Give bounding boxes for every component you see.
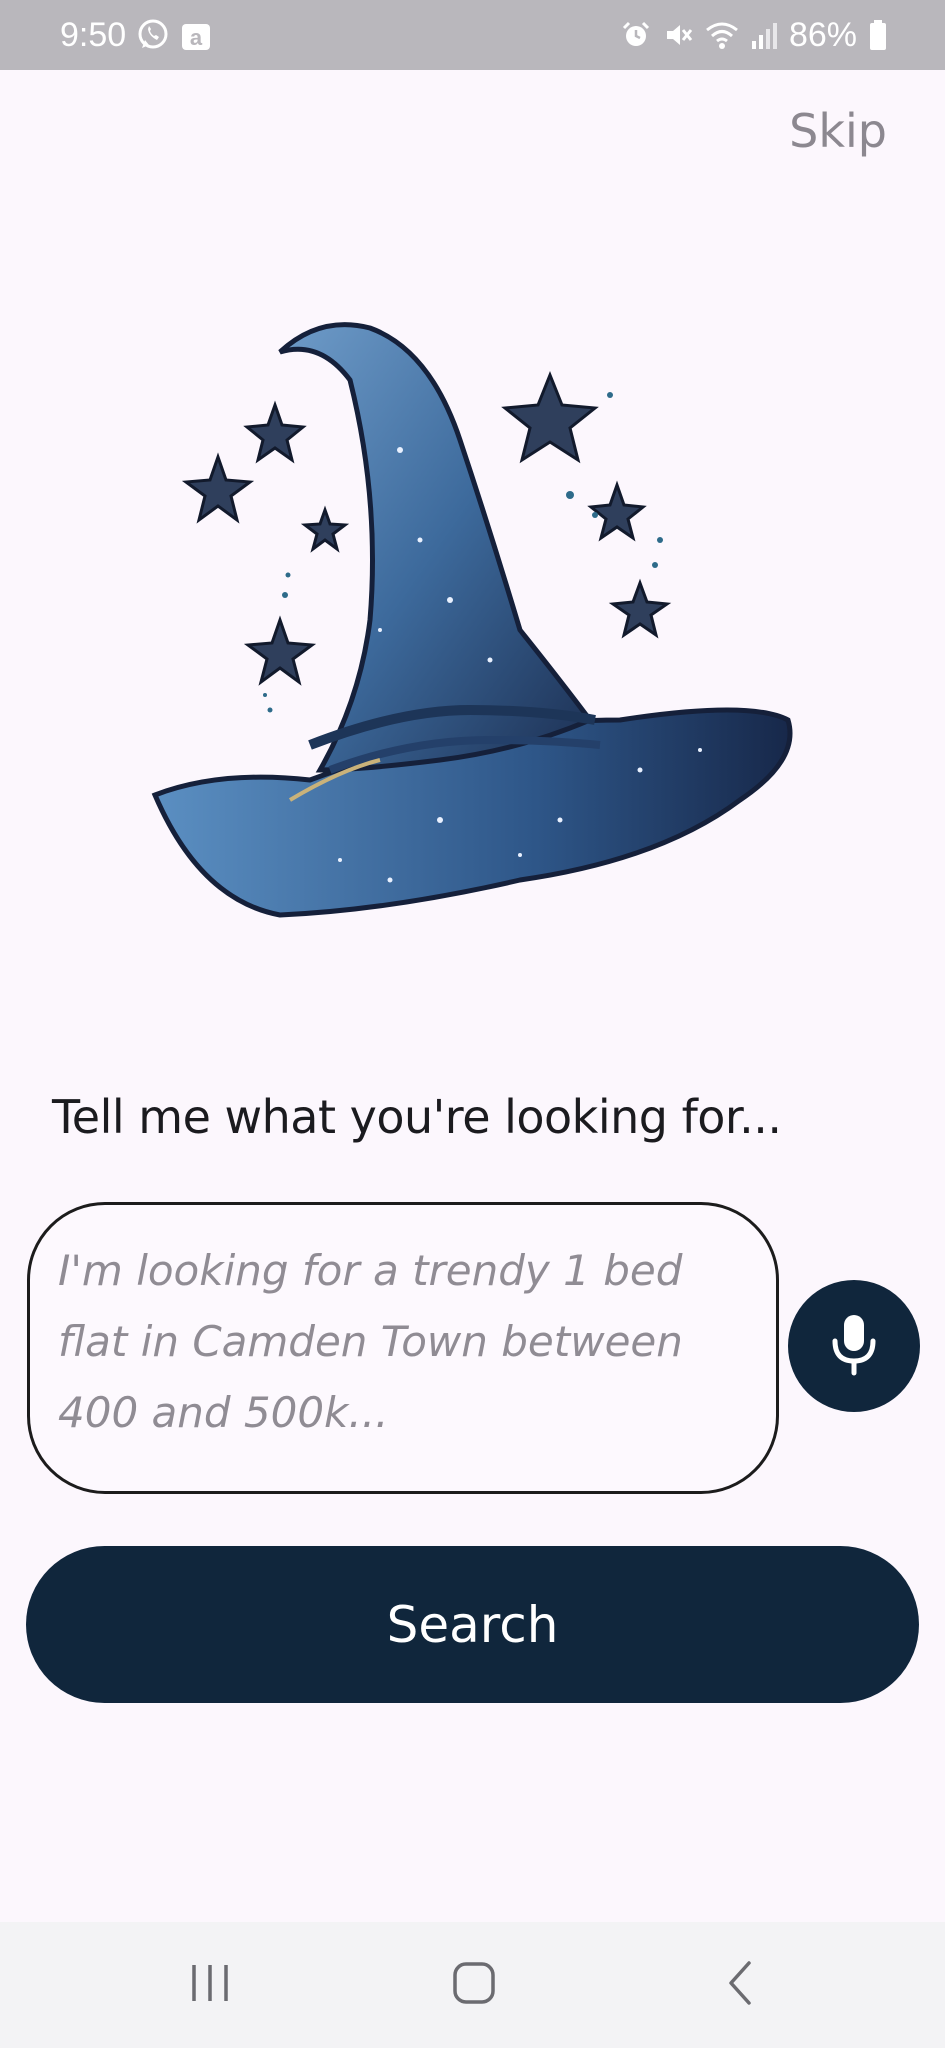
search-button[interactable]: Search: [26, 1546, 919, 1703]
wizard-hat-illustration: [140, 300, 800, 940]
battery-icon: [869, 20, 887, 50]
amazon-icon: a: [180, 18, 212, 52]
battery-percent: 86%: [788, 15, 857, 54]
back-button[interactable]: [680, 1922, 800, 2048]
back-icon: [723, 1959, 757, 2011]
query-input[interactable]: [58, 1235, 748, 1475]
query-input-container[interactable]: [27, 1202, 779, 1494]
mute-icon: [663, 20, 693, 50]
microphone-button[interactable]: [788, 1280, 920, 1412]
home-button[interactable]: [414, 1922, 534, 2048]
alarm-icon: [621, 20, 651, 50]
recent-apps-icon: [188, 1961, 232, 2009]
signal-icon: [751, 21, 777, 49]
status-time: 9:50: [60, 15, 127, 54]
wifi-icon: [705, 20, 739, 50]
status-bar: 9:50 a 86%: [0, 0, 945, 70]
home-icon: [452, 1961, 496, 2009]
microphone-icon: [826, 1311, 882, 1381]
whatsapp-icon: [136, 18, 170, 52]
recent-apps-button[interactable]: [150, 1922, 270, 2048]
prompt-label: Tell me what you're looking for...: [52, 1090, 782, 1144]
status-left: 9:50 a: [60, 0, 212, 70]
skip-button[interactable]: Skip: [789, 104, 887, 158]
status-right: 86%: [621, 0, 887, 70]
svg-text:a: a: [190, 25, 203, 50]
system-nav-bar: [0, 1922, 945, 2048]
